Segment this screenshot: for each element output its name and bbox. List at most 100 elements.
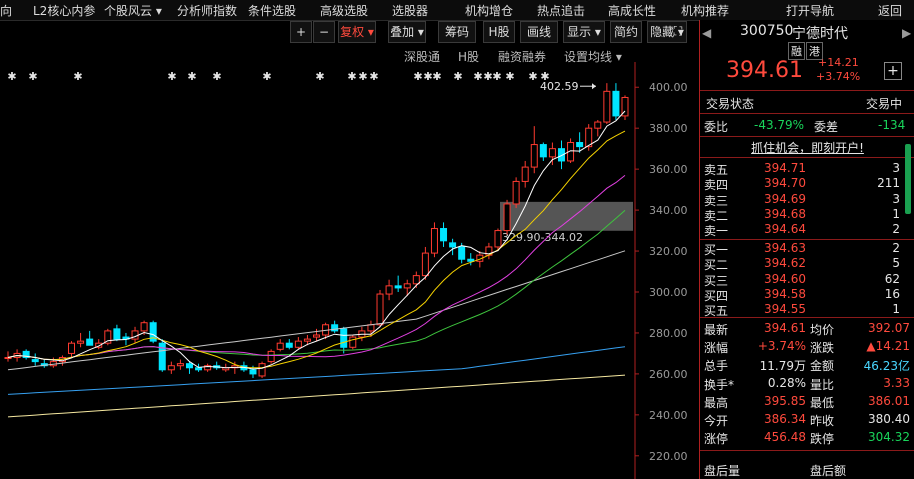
ask-vol-0: 3 [892,161,900,175]
weicha-label: 委差 [814,120,839,134]
stat-label-4b: 最低 [810,395,835,410]
candle-body [539,144,547,158]
menu-item-7[interactable]: 机构增仓 [465,2,513,19]
prev-stock-icon[interactable]: ◀ [702,26,711,40]
next-stock-icon[interactable]: ▶ [902,26,911,40]
event-marker-icon: ✱ [473,70,482,83]
stat-label-2a: 总手 [704,359,729,374]
menu-item-11[interactable]: 打开导航 [786,2,834,19]
event-marker-icon: ✱ [212,70,221,83]
bid-vol-2: 62 [884,271,900,286]
candle-body [131,330,139,340]
event-marker-icon: ✱ [413,70,422,83]
top-menu-bar: 向 L2核心内参 个股风云 ▾ 分析师指数 条件选股 高级选股 选股器 机构增仓 热点追击 高成长… [0,0,914,21]
display-button[interactable]: 显示 ▾ [563,21,605,43]
candle-body [548,148,556,158]
candle-body [440,228,448,242]
orderbook-scrollbar[interactable] [905,144,911,214]
candle-body [512,180,520,205]
event-marker-icon: ✱ [505,70,514,83]
candle-body [313,334,320,338]
stat-label-1b: 涨跌 [810,341,835,356]
bid-vol-1: 5 [892,256,900,271]
candle-body [86,338,94,346]
candle-body [467,258,475,262]
candle-body [494,230,502,248]
weicha-value: -134 [878,118,906,132]
menu-item-1[interactable]: L2核心内参 [33,2,95,19]
candle-body [104,330,112,344]
candle-body [503,203,511,232]
stat-value-0a: 394.61 [764,321,806,335]
stat-value-2a: 11.79万 [759,359,806,374]
after-hours-amount-label: 盘后额 [810,464,847,478]
bid-price-3: 394.58 [764,286,806,301]
menu-item-9[interactable]: 高成长性 [608,2,656,19]
candle-body [603,90,611,123]
stat-label-0b: 均价 [810,323,835,337]
bid-price-2: 394.60 [764,271,806,286]
candle-body [376,293,384,326]
add-watchlist-button[interactable]: + [884,62,902,80]
draw-line-button[interactable]: 画线 [520,21,558,43]
candle-body [195,367,203,371]
candle-body [113,328,121,340]
menu-item-8[interactable]: 热点追击 [537,2,585,19]
candle-body [185,363,193,369]
event-marker-icon: ✱ [7,70,16,83]
candle-body [612,90,620,117]
candle-body [294,340,302,348]
zoom-in-button[interactable]: + [290,21,312,43]
y-tick-label: 280.00 [649,327,688,340]
fullscreen-icon[interactable]: ⛶ [668,21,688,41]
candle-body [267,350,275,363]
event-marker-icon: ✱ [187,70,196,83]
overlay-button[interactable]: 叠加 ▾ [388,21,426,43]
high-price-label: 402.59 [540,80,579,93]
ask-vol-1: 211 [877,176,900,191]
stat-value-5a: 386.34 [764,412,806,426]
menu-item-5[interactable]: 高级选股 [320,2,368,19]
stat-value-0b: 392.07 [868,321,910,335]
menu-item-0[interactable]: 向 [0,2,12,19]
stat-value-1b: ▲14.21 [866,339,910,354]
menu-item-6[interactable]: 选股器 [392,2,428,19]
candle-body [521,166,529,182]
candle-body [412,275,420,285]
menu-item-12[interactable]: 返回 [878,2,902,19]
open-account-link[interactable]: 抓住机会，即刻开户! [700,139,914,156]
candle-body [285,342,293,348]
divider [700,317,914,318]
event-marker-icon: ✱ [369,70,378,83]
chip-button[interactable]: 筹码 [438,21,476,43]
stock-name: 宁德时代 [792,26,848,42]
menu-item-3[interactable]: 分析师指数 [177,2,237,19]
kline-chart[interactable]: 400.00 380.00 360.00 340.00 320.00 300.00 280.… [0,62,699,479]
stat-value-3b: 3.33 [883,375,910,390]
candle-body [249,369,257,375]
menu-item-2[interactable]: 个股风云 ▾ [104,2,162,19]
simple-button[interactable]: 简约 [610,21,642,43]
stat-value-3a: 0.28% [767,375,806,390]
menu-item-4[interactable]: 条件选股 [248,2,296,19]
stat-label-0a: 最新 [704,323,729,337]
stat-label-1a: 涨幅 [704,341,729,356]
stock-code: 300750 [740,23,794,39]
ask-vol-2: 3 [892,191,900,206]
y-tick-label: 340.00 [649,204,688,217]
after-hours-volume-label: 盘后量 [704,464,741,478]
stat-label-4a: 最高 [704,395,729,410]
stat-value-6b: 304.32 [868,430,910,445]
y-tick-label: 400.00 [649,81,688,94]
menu-item-10[interactable]: 机构推荐 [681,2,729,19]
h-share-button[interactable]: H股 [483,21,515,43]
candle-body [576,142,584,148]
stat-label-3a: 换手* [704,377,735,392]
trade-status-label: 交易状态 [706,97,755,111]
zoom-out-button[interactable]: − [313,21,335,43]
fuquan-button[interactable]: 复权 ▾ [338,21,376,43]
y-tick-label: 220.00 [649,450,688,463]
event-marker-icon: ✱ [167,70,176,83]
divider [700,157,914,158]
candle-body [449,242,457,248]
